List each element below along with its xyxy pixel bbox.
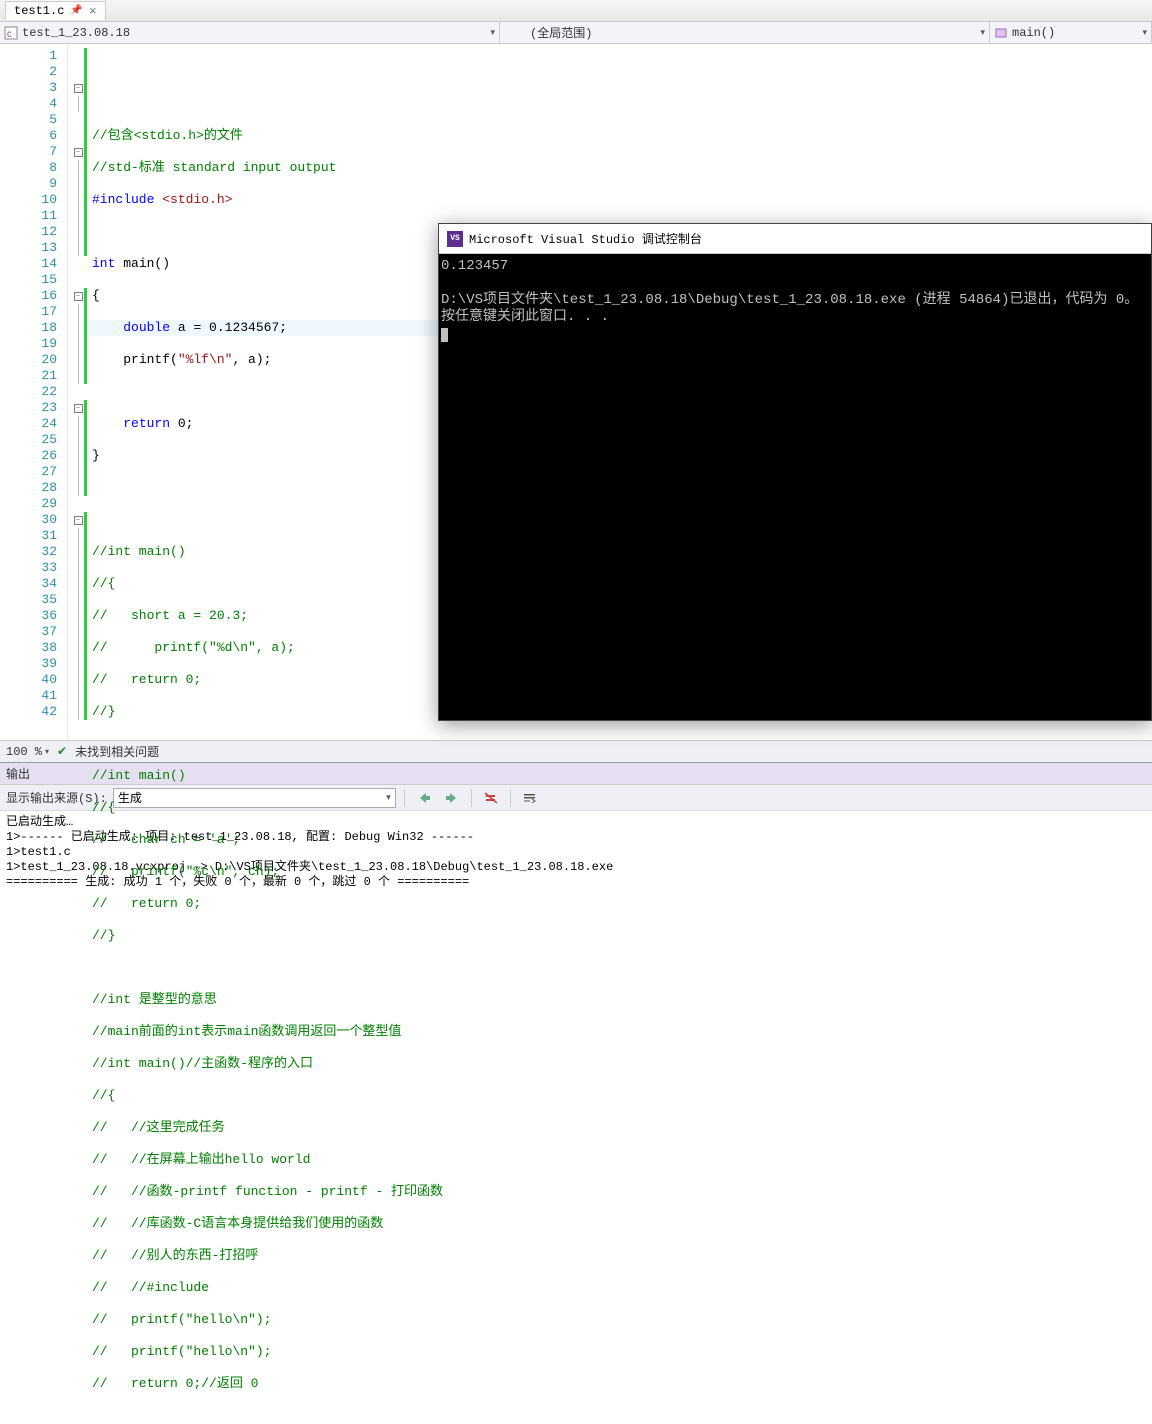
chevron-down-icon: ▾ (980, 28, 985, 38)
fold-toggle[interactable]: − (74, 84, 83, 93)
svg-text:C: C (7, 31, 12, 40)
tab-filename: test1.c (14, 4, 64, 18)
nav-file-label: test_1_23.08.18 (22, 26, 130, 40)
change-marker (84, 48, 87, 256)
fold-toggle[interactable]: − (74, 516, 83, 525)
vs-icon: VS (447, 231, 463, 247)
line-number-gutter: 1234567891011121314151617181920212223242… (0, 44, 68, 740)
nav-scope-selector[interactable]: (全局范围) ▾ (500, 22, 990, 43)
function-icon (994, 26, 1008, 40)
nav-scope-label: (全局范围) (530, 24, 592, 41)
change-marker (84, 400, 87, 496)
nav-func-label: main() (1012, 26, 1055, 40)
chevron-down-icon: ▾ (1142, 28, 1147, 38)
document-tab-bar: test1.c 📌 × (0, 0, 1152, 22)
close-tab-icon[interactable]: × (89, 5, 97, 18)
change-marker (84, 512, 87, 720)
fold-toggle[interactable]: − (74, 148, 83, 157)
zoom-value: 100 % (6, 745, 42, 759)
chevron-down-icon: ▾ (490, 28, 495, 38)
document-tab[interactable]: test1.c 📌 × (5, 1, 106, 20)
fold-toggle[interactable]: − (74, 292, 83, 301)
zoom-selector[interactable]: 100 % ▾ (6, 745, 49, 759)
nav-func-selector[interactable]: main() ▾ (990, 22, 1152, 43)
nav-file-selector[interactable]: C test_1_23.08.18 ▾ (0, 22, 500, 43)
console-title-text: Microsoft Visual Studio 调试控制台 (469, 230, 702, 247)
check-icon: ✔ (57, 744, 67, 759)
pin-icon[interactable]: 📌 (70, 5, 82, 17)
console-output: 0.123457 D:\VS项目文件夹\test_1_23.08.18\Debu… (439, 254, 1151, 347)
console-cursor (441, 328, 448, 342)
fold-toggle[interactable]: − (74, 404, 83, 413)
console-titlebar[interactable]: VS Microsoft Visual Studio 调试控制台 (439, 224, 1151, 254)
change-marker (84, 288, 87, 384)
cpp-file-icon: C (4, 26, 18, 40)
chevron-down-icon: ▾ (45, 747, 49, 757)
nav-bar: C test_1_23.08.18 ▾ (全局范围) ▾ main() ▾ (0, 22, 1152, 44)
debug-console-window[interactable]: VS Microsoft Visual Studio 调试控制台 0.12345… (438, 223, 1152, 721)
